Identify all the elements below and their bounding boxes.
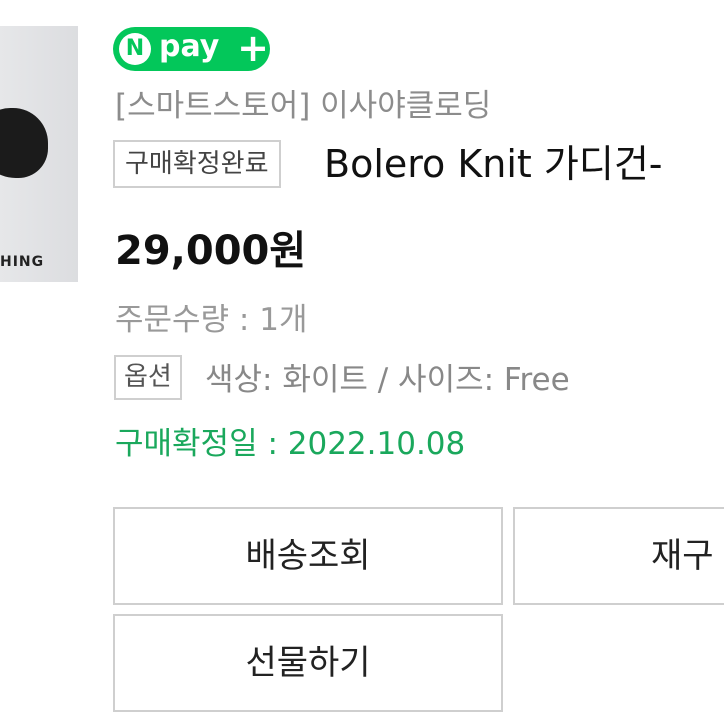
store-name[interactable]: [스마트스토어] 이사야클로딩 bbox=[115, 80, 491, 125]
product-title[interactable]: Bolero Knit 가디건- bbox=[324, 138, 663, 190]
npay-n-icon: N bbox=[119, 33, 151, 65]
option-value: 색상: 화이트 / 사이즈: Free bbox=[205, 362, 570, 398]
purchase-confirm-date: 구매확정일 : 2022.10.08 bbox=[115, 426, 466, 462]
rebuy-button[interactable]: 재구 bbox=[513, 507, 724, 605]
gift-button[interactable]: 선물하기 bbox=[113, 614, 503, 712]
order-price: 29,000원 bbox=[115, 228, 307, 274]
product-image-shape bbox=[0, 108, 48, 178]
npay-pay-text: pay bbox=[159, 29, 220, 64]
order-quantity: 주문수량 : 1개 bbox=[115, 302, 308, 338]
option-badge: 옵션 bbox=[114, 355, 182, 400]
order-status-badge: 구매확정완료 bbox=[113, 140, 281, 188]
plus-icon: + bbox=[237, 26, 269, 70]
product-thumbnail[interactable]: HING bbox=[0, 26, 78, 282]
npay-plus-badge: N pay + bbox=[113, 27, 270, 71]
product-image-caption: HING bbox=[0, 254, 45, 270]
track-delivery-button[interactable]: 배송조회 bbox=[113, 507, 503, 605]
